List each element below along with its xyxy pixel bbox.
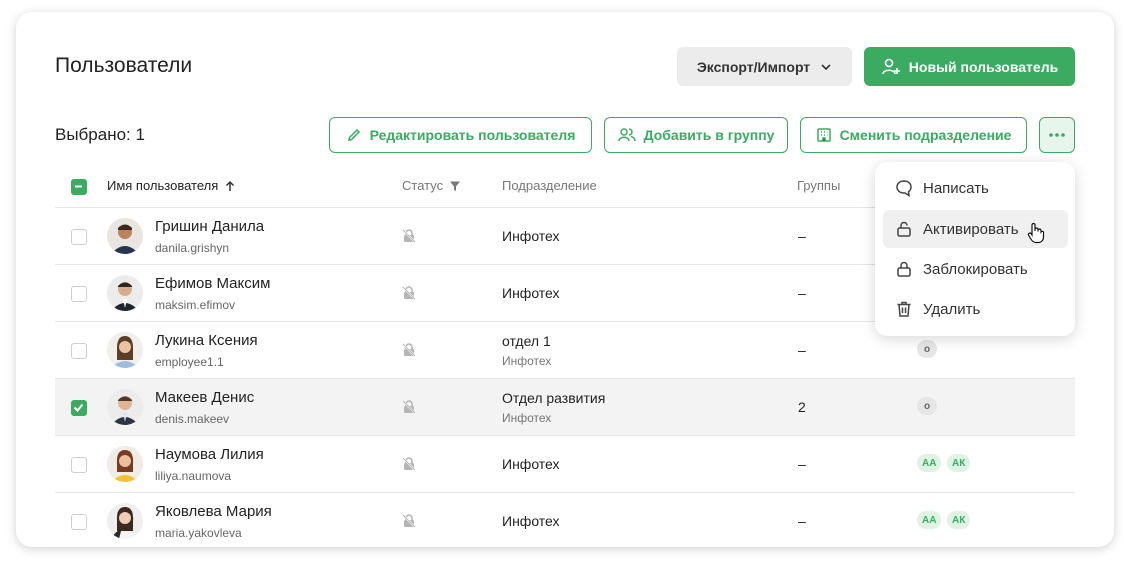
minus-icon: [75, 185, 82, 188]
menu-item-write[interactable]: Написать: [883, 169, 1068, 207]
column-status-label: Статус: [402, 178, 444, 193]
more-actions-menu: Написать Активировать Заблокировать Удал…: [875, 162, 1075, 336]
user-groups: –: [798, 342, 806, 358]
menu-item-label: Заблокировать: [923, 260, 1028, 278]
user-department: отдел 1: [502, 333, 551, 349]
role-badge: АК: [947, 454, 971, 472]
user-login: liliya.naumova: [155, 469, 232, 483]
user-login: maksim.efimov: [155, 298, 236, 312]
column-header-department[interactable]: Подразделение: [502, 178, 597, 193]
avatar: [107, 275, 143, 311]
users-icon: [617, 128, 636, 142]
column-groups-label: Группы: [797, 178, 841, 193]
avatar: [107, 503, 143, 539]
role-badge: АА: [917, 454, 942, 472]
table-row[interactable]: Наумова Лилия liliya.naumova Инфотех – А…: [55, 435, 1075, 492]
building-icon: [816, 128, 831, 142]
check-icon: [73, 403, 84, 412]
user-login: denis.makeev: [155, 412, 230, 426]
user-department-parent: Инфотех: [502, 354, 552, 368]
select-all-checkbox[interactable]: [71, 179, 87, 195]
column-header-groups[interactable]: Группы: [797, 178, 840, 193]
row-checkbox[interactable]: [71, 343, 87, 359]
user-groups: –: [798, 285, 806, 301]
row-checkbox[interactable]: [71, 514, 87, 530]
lock-icon: [897, 261, 911, 277]
avatar: [107, 332, 143, 368]
user-name: Ефимов Максим: [155, 275, 271, 292]
row-checkbox-checked[interactable]: [71, 400, 87, 416]
user-groups: 2: [798, 399, 806, 415]
user-department: Инфотех: [502, 285, 560, 301]
selected-count: Выбрано: 1: [55, 125, 145, 144]
menu-item-label: Написать: [923, 179, 989, 197]
user-groups: –: [798, 228, 806, 244]
chat-bubble-icon: [896, 180, 912, 197]
user-name: Яковлева Мария: [155, 503, 272, 520]
change-department-button[interactable]: Сменить подразделение: [800, 117, 1027, 153]
table-row-selected[interactable]: Макеев Денис denis.makeev Отдел развития…: [55, 378, 1075, 435]
user-name: Гришин Данила: [155, 218, 265, 235]
role-badge: о: [917, 340, 937, 358]
user-name: Макеев Денис: [155, 389, 255, 406]
row-checkbox[interactable]: [71, 229, 87, 245]
row-checkbox[interactable]: [71, 286, 87, 302]
avatar: [107, 446, 143, 482]
status-inactive-icon: [402, 229, 416, 243]
status-inactive-icon: [402, 514, 416, 528]
column-department-label: Подразделение: [502, 178, 597, 193]
status-inactive-icon: [402, 400, 416, 414]
menu-item-label: Удалить: [923, 300, 981, 318]
user-department: Отдел развития: [502, 390, 606, 406]
avatar: [107, 218, 143, 254]
user-name: Наумова Лилия: [155, 446, 264, 463]
row-checkbox[interactable]: [71, 457, 87, 473]
user-name: Лукина Ксения: [155, 332, 258, 349]
add-to-group-label: Добавить в группу: [643, 127, 775, 143]
filter-icon: [450, 181, 461, 191]
user-login: danila.grishyn: [155, 241, 230, 255]
user-department: Инфотех: [502, 456, 560, 472]
export-import-label: Экспорт/Импорт: [696, 58, 811, 75]
status-inactive-icon: [402, 286, 416, 300]
user-groups: –: [798, 456, 806, 472]
change-department-label: Сменить подразделение: [839, 127, 1012, 143]
hand-cursor-icon: [1027, 222, 1044, 244]
trash-icon: [897, 301, 911, 317]
role-badge: АА: [917, 511, 942, 529]
pencil-icon: [347, 128, 360, 141]
user-login: employee1.1: [155, 355, 224, 369]
sort-ascending-icon: [226, 180, 235, 191]
column-name-label: Имя пользователя: [107, 178, 219, 193]
export-import-button[interactable]: Экспорт/Импорт: [677, 47, 852, 86]
chevron-down-icon: [821, 63, 831, 70]
menu-item-block[interactable]: Заблокировать: [883, 250, 1068, 288]
add-to-group-button[interactable]: Добавить в группу: [604, 117, 788, 153]
user-groups: –: [798, 513, 806, 529]
user-login: maria.yakovleva: [155, 526, 242, 540]
edit-user-button[interactable]: Редактировать пользователя: [329, 117, 592, 153]
status-inactive-icon: [402, 343, 416, 357]
user-department: Инфотех: [502, 513, 560, 529]
user-department: Инфотех: [502, 228, 560, 244]
menu-item-delete[interactable]: Удалить: [883, 290, 1068, 328]
table-row[interactable]: Яковлева Мария maria.yakovleva Инфотех –…: [55, 492, 1075, 547]
avatar: [107, 389, 143, 425]
more-dots-icon: [1049, 133, 1065, 137]
new-user-button[interactable]: Новый пользователь: [864, 47, 1075, 86]
menu-item-label: Активировать: [923, 220, 1019, 238]
more-actions-button[interactable]: [1039, 117, 1075, 153]
new-user-label: Новый пользователь: [908, 58, 1059, 75]
unlock-icon: [897, 221, 911, 237]
page-title: Пользователи: [55, 54, 193, 77]
add-user-icon: [881, 58, 900, 74]
column-header-name[interactable]: Имя пользователя: [107, 178, 236, 193]
user-department-parent: Инфотех: [502, 411, 552, 425]
status-inactive-icon: [402, 457, 416, 471]
role-badge: о: [917, 397, 937, 415]
column-header-status[interactable]: Статус: [402, 178, 461, 193]
role-badge: АК: [947, 511, 971, 529]
menu-item-activate[interactable]: Активировать: [883, 210, 1068, 248]
edit-user-label: Редактировать пользователя: [369, 127, 576, 143]
